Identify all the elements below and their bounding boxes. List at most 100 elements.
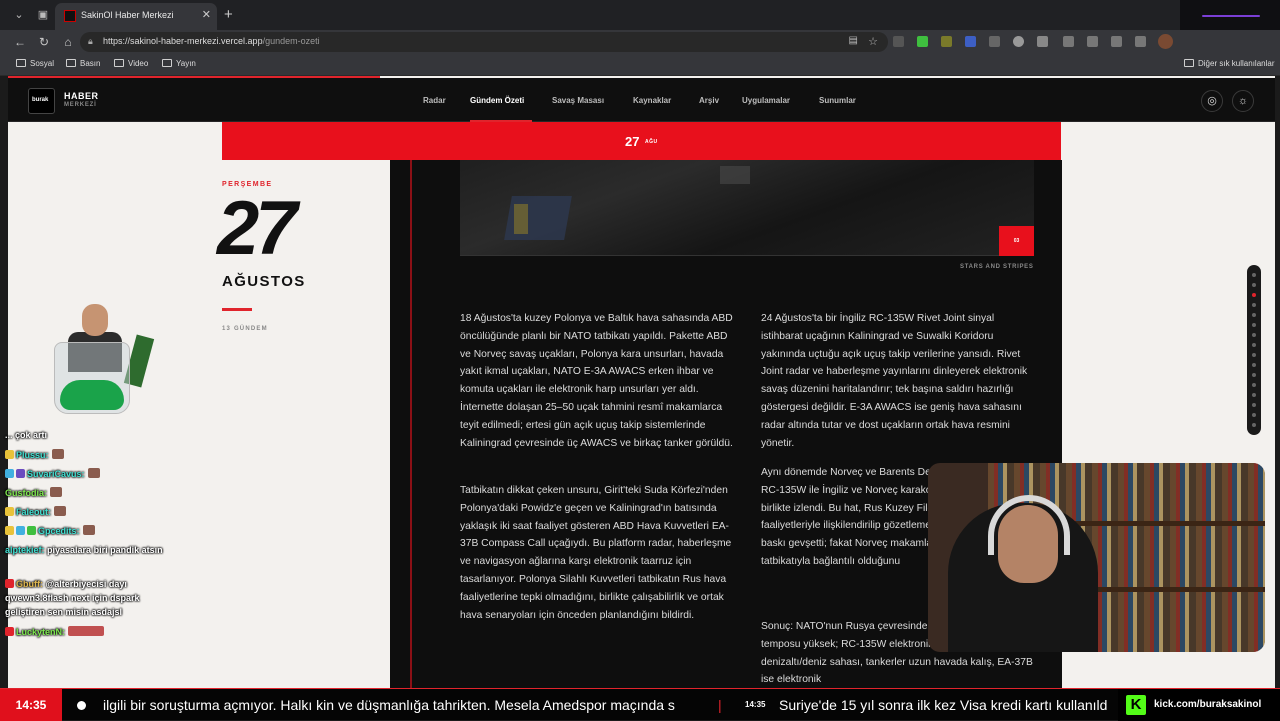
profile-avatar[interactable] bbox=[1158, 34, 1173, 49]
chat-username: SuvariCavus: bbox=[27, 469, 85, 479]
url-host: https://sakinol-haber-merkezi.vercel.app bbox=[103, 36, 263, 46]
bookmark-label: Sosyal bbox=[30, 59, 55, 68]
folder-icon bbox=[162, 59, 172, 67]
reload-icon[interactable]: ↻ bbox=[36, 34, 52, 50]
extension-icon-2[interactable] bbox=[917, 36, 928, 47]
kick-url: kick.com/buraksakinol bbox=[1154, 699, 1262, 710]
bookmark-label: Basın bbox=[80, 59, 101, 68]
bookmark-folder-basin[interactable]: Basın bbox=[66, 59, 100, 68]
radio-target-icon[interactable]: ◎ bbox=[1201, 90, 1223, 112]
chat-message: Plussu: bbox=[5, 448, 205, 462]
scroll-dot[interactable] bbox=[1252, 323, 1256, 327]
theme-toggle-icon[interactable]: ☼ bbox=[1232, 90, 1254, 112]
favorite-star-icon[interactable]: ☆ bbox=[868, 35, 878, 48]
scroll-dot[interactable] bbox=[1252, 403, 1256, 407]
back-icon[interactable]: ← bbox=[12, 34, 28, 50]
streamer-webcam bbox=[928, 463, 1265, 652]
bookmark-folder-yayin[interactable]: Yayın bbox=[162, 59, 196, 68]
scroll-dot[interactable] bbox=[1252, 303, 1256, 307]
nav-kaynaklar[interactable]: Kaynaklar bbox=[633, 96, 671, 105]
scroll-dot[interactable] bbox=[1252, 283, 1256, 287]
home-icon[interactable]: ⌂ bbox=[60, 34, 76, 50]
scroll-dot[interactable] bbox=[1252, 313, 1256, 317]
chat-badge-icon bbox=[16, 526, 25, 535]
bookmark-folder-video[interactable]: Video bbox=[114, 59, 148, 68]
chat-username: Gpcedits: bbox=[38, 526, 80, 536]
scroll-dot[interactable] bbox=[1252, 353, 1256, 357]
date-banner-day: 27 bbox=[625, 134, 640, 149]
chat-username: Gbuff: bbox=[16, 579, 43, 589]
extension-icon-3[interactable] bbox=[941, 36, 952, 47]
extension-icon-4[interactable] bbox=[965, 36, 976, 47]
article-paragraph: Tatbikatın dikkat çeken unsuru, Girit'te… bbox=[460, 485, 732, 621]
nav-gundem-ozeti[interactable]: Gündem Özeti bbox=[470, 96, 524, 105]
scroll-dot[interactable] bbox=[1252, 373, 1256, 377]
scroll-dot[interactable] bbox=[1252, 393, 1256, 397]
section-scroll-indicator[interactable] bbox=[1247, 265, 1261, 435]
tab-title: SakinOl Haber Merkezi bbox=[81, 10, 174, 20]
nav-sunumlar[interactable]: Sunumlar bbox=[819, 96, 856, 105]
tab-close-icon[interactable]: ✕ bbox=[202, 8, 211, 21]
collections-icon[interactable] bbox=[1111, 36, 1122, 47]
address-bar[interactable]: 🔒︎ https://sakinol-haber-merkezi.vercel.… bbox=[80, 32, 888, 52]
folder-icon bbox=[66, 59, 76, 67]
site-logo[interactable]: burak bbox=[28, 88, 55, 114]
scroll-dot[interactable] bbox=[1252, 363, 1256, 367]
date-banner-month: AĞU bbox=[645, 139, 658, 145]
chat-message: Faleout: bbox=[5, 505, 205, 519]
site-navbar: burak HABER MERKEZİ Radar Gündem Özeti S… bbox=[8, 78, 1275, 122]
url-text[interactable]: https://sakinol-haber-merkezi.vercel.app… bbox=[103, 36, 320, 46]
chat-username: Faleout: bbox=[16, 507, 51, 517]
bookmark-folder-other[interactable]: Diğer sık kullanılanlar bbox=[1184, 59, 1274, 68]
event-count: 13 GÜNDEM bbox=[222, 326, 268, 332]
extension-icon-5[interactable] bbox=[989, 36, 1000, 47]
scroll-dot[interactable] bbox=[1252, 333, 1256, 337]
ticker-headline-time: 14:35 bbox=[745, 700, 766, 709]
extensions-puzzle-icon[interactable] bbox=[1037, 36, 1048, 47]
downloads-icon[interactable] bbox=[1135, 36, 1146, 47]
news-ticker: 14:35 ilgili bir soruşturma açmıyor. Hal… bbox=[0, 688, 1280, 721]
ticker-clock: 14:35 bbox=[0, 689, 62, 721]
date-banner: 27 AĞU bbox=[222, 122, 1061, 160]
chat-emote-icon bbox=[54, 506, 66, 516]
nav-arsiv[interactable]: Arşiv bbox=[699, 96, 719, 105]
chat-message: Gusfodia: bbox=[5, 486, 205, 500]
scroll-dot[interactable] bbox=[1252, 423, 1256, 427]
new-tab-icon[interactable]: + bbox=[224, 6, 233, 23]
chat-badge-icon bbox=[5, 469, 14, 478]
nav-uygulamalar[interactable]: Uygulamalar bbox=[742, 96, 790, 105]
browser-tab-active[interactable]: SakinOl Haber Merkezi ✕ bbox=[55, 3, 217, 30]
logo-subtitle: MERKEZİ bbox=[64, 102, 97, 108]
chat-badge-icon bbox=[16, 469, 25, 478]
bookmark-folder-sosyal[interactable]: Sosyal bbox=[16, 59, 54, 68]
browser-tab-strip: ⌄ ▣ SakinOl Haber Merkezi ✕ + bbox=[0, 0, 1280, 58]
live-chat-overlay: ... çok artı Plussu: SuvariCavus: Gusfod… bbox=[5, 416, 205, 656]
tab-list-icon[interactable]: ⌄ bbox=[10, 7, 28, 23]
reader-icon[interactable]: ▤ bbox=[849, 35, 858, 46]
article-image[interactable]: 03 bbox=[460, 160, 1034, 256]
extension-icon-1[interactable] bbox=[893, 36, 904, 47]
scroll-dot[interactable] bbox=[1252, 413, 1256, 417]
kick-logo-icon: K bbox=[1126, 695, 1146, 715]
scroll-dot[interactable] bbox=[1252, 343, 1256, 347]
chat-text: ... çok artı bbox=[5, 430, 48, 440]
chat-badge-icon bbox=[5, 579, 14, 588]
chat-username: Gusfodia: bbox=[5, 488, 47, 498]
chat-username: alptekief: bbox=[5, 545, 45, 555]
nav-savas-masasi[interactable]: Savaş Masası bbox=[552, 96, 604, 105]
chat-message: LuckytenN: bbox=[5, 625, 205, 639]
chat-username: LuckytenN: bbox=[16, 627, 66, 637]
chat-emote-icon bbox=[87, 468, 100, 478]
chat-message: Gbuff: @alterbiyecisi dayı qwewn3.8flash… bbox=[5, 577, 170, 619]
scroll-dot[interactable] bbox=[1252, 383, 1256, 387]
extension-icon-6[interactable] bbox=[1013, 36, 1024, 47]
scroll-dot-active[interactable] bbox=[1252, 293, 1256, 297]
logo-mark: burak bbox=[32, 97, 49, 103]
scroll-dot[interactable] bbox=[1252, 273, 1256, 277]
lock-icon: 🔒︎ bbox=[88, 36, 93, 46]
favorites-icon[interactable] bbox=[1087, 36, 1098, 47]
split-screen-icon[interactable] bbox=[1063, 36, 1074, 47]
nav-radar[interactable]: Radar bbox=[423, 96, 446, 105]
chat-emote-icon bbox=[82, 525, 95, 535]
workspaces-icon[interactable]: ▣ bbox=[34, 7, 52, 23]
